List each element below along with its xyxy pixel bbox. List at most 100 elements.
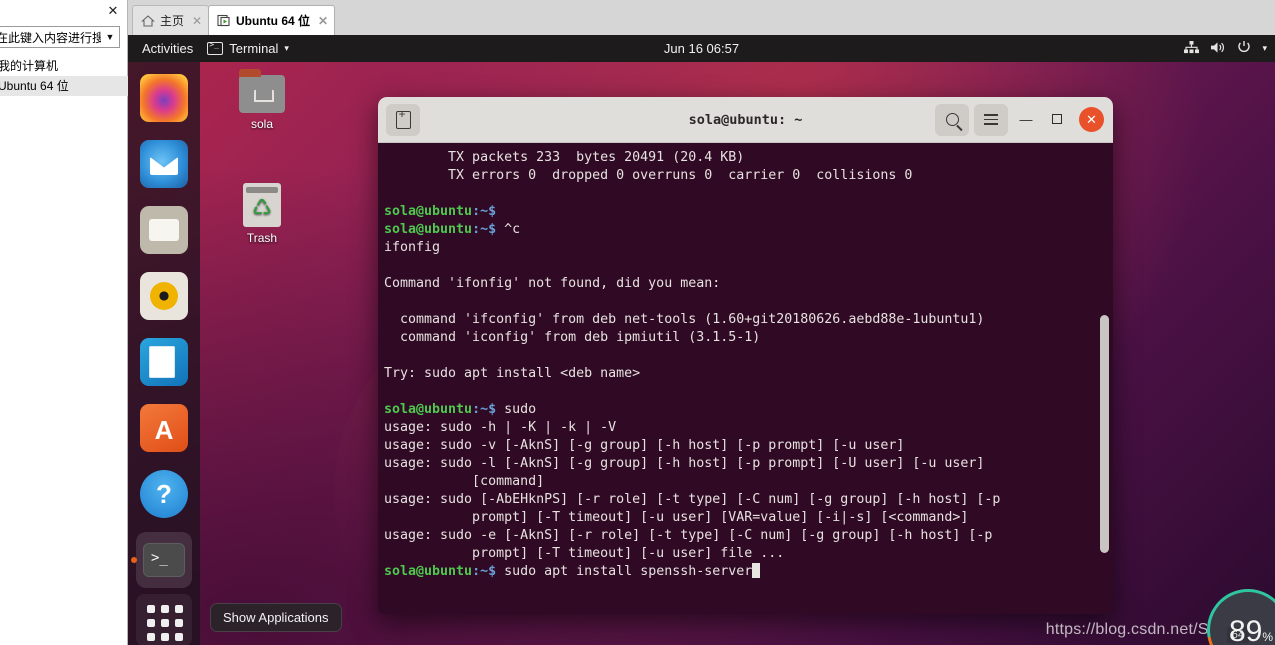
terminal-prompt-path: :~$: [472, 402, 497, 417]
terminal-line: sola@ubuntu:~$ ^c: [384, 221, 1113, 239]
terminal-line: Command 'ifonfig' not found, did you mea…: [384, 276, 721, 291]
app-menu-label: Terminal: [229, 41, 279, 56]
new-tab-icon: [395, 107, 411, 129]
terminal-icon: [143, 543, 185, 577]
tree-item-label: Ubuntu 64 位: [0, 79, 69, 93]
show-applications-button[interactable]: [136, 594, 192, 645]
library-header: ✕: [0, 0, 127, 25]
hamburger-icon: [984, 111, 998, 128]
terminal-scrollbar[interactable]: [1100, 315, 1109, 553]
terminal-titlebar[interactable]: sola@ubuntu: ~ — ✕: [378, 97, 1113, 143]
titlebar-controls: — ✕: [935, 103, 1107, 136]
terminal-line: prompt] [-T timeout] [-u user] file ...: [384, 546, 785, 561]
vm-icon: [217, 14, 231, 28]
terminal-prompt-user: sola@ubuntu: [384, 564, 473, 579]
app-menu-button[interactable]: Terminal ▾: [207, 40, 289, 56]
tab-home[interactable]: 主页 ✕: [132, 5, 210, 35]
terminal-icon: [207, 40, 224, 55]
terminal-output: TX packets 233 bytes 20491 (20.4 KB) TX …: [382, 149, 1113, 581]
activities-button[interactable]: Activities: [128, 41, 207, 56]
close-icon[interactable]: ✕: [315, 14, 328, 28]
maximize-icon: [1052, 114, 1062, 124]
desktop-icon-trash[interactable]: Trash: [224, 183, 300, 245]
terminal-window[interactable]: sola@ubuntu: ~ — ✕ TX packets 233 bytes …: [378, 97, 1113, 614]
terminal-prompt-user: sola@ubuntu: [384, 402, 473, 417]
terminal-line: Try: sudo apt install <deb name>: [384, 366, 641, 381]
maximize-button[interactable]: [1044, 112, 1070, 127]
tree-item-my-computer[interactable]: 我的计算机: [0, 56, 128, 76]
terminal-line: TX errors 0 dropped 0 overruns 0 carrier…: [384, 168, 913, 183]
vm-guest-screen[interactable]: Activities Terminal ▾ Jun 16 06:57 ▾: [128, 35, 1275, 645]
library-search-input[interactable]: 在此键入内容进行搜索 ▼: [0, 26, 120, 48]
minimize-button[interactable]: —: [1013, 112, 1039, 127]
gnome-top-bar: Activities Terminal ▾ Jun 16 06:57 ▾: [128, 35, 1275, 62]
terminal-line: ifonfig: [384, 240, 441, 255]
terminal-command: sudo: [496, 402, 537, 417]
terminal-prompt-path: :~$: [472, 564, 497, 579]
gnome-dock: [128, 62, 200, 645]
vm-library-sidebar: ✕ 在此键入内容进行搜索 ▼ 我的计算机 Ubuntu 64 位: [0, 0, 128, 645]
chevron-down-icon[interactable]: ▾: [1262, 43, 1267, 54]
home-icon: [141, 14, 155, 28]
terminal-search-button[interactable]: [935, 103, 969, 136]
terminal-line: usage: sudo -e [-AknS] [-r role] [-t typ…: [384, 528, 993, 543]
trash-icon: [243, 183, 281, 227]
gauge-value: 89%: [1229, 615, 1273, 645]
show-applications-tooltip: Show Applications: [210, 603, 342, 632]
dock-item-thunderbird[interactable]: [140, 140, 188, 188]
terminal-body[interactable]: TX packets 233 bytes 20491 (20.4 KB) TX …: [378, 143, 1113, 614]
terminal-prompt-user: sola@ubuntu: [384, 222, 473, 237]
terminal-command: ^c: [496, 222, 521, 237]
chevron-down-icon[interactable]: ▼: [101, 32, 119, 42]
gauge-number: 89: [1228, 615, 1263, 645]
terminal-line: sola@ubuntu:~$: [384, 203, 1113, 221]
terminal-line: command 'ifconfig' from deb net-tools (1…: [384, 312, 985, 327]
tab-label: 主页: [160, 14, 185, 28]
terminal-line: [command]: [384, 474, 545, 489]
dock-item-files[interactable]: [140, 206, 188, 254]
terminal-line: usage: sudo [-AbEHknPS] [-r role] [-t ty…: [384, 492, 1001, 507]
terminal-line: TX packets 233 bytes 20491 (20.4 KB): [384, 150, 745, 165]
terminal-line: usage: sudo -h | -K | -k | -V: [384, 420, 617, 435]
terminal-prompt-user: sola@ubuntu: [384, 204, 473, 219]
terminal-line: prompt] [-T timeout] [-u user] [VAR=valu…: [384, 510, 969, 525]
tree-item-ubuntu-vm[interactable]: Ubuntu 64 位: [0, 76, 128, 96]
dock-item-terminal[interactable]: [131, 532, 192, 588]
dock-item-ubuntu-software[interactable]: [140, 404, 188, 452]
dock-item-rhythmbox[interactable]: [140, 272, 188, 320]
screenshot-root: ✕ 在此键入内容进行搜索 ▼ 我的计算机 Ubuntu 64 位 主页 ✕: [0, 0, 1275, 645]
clock[interactable]: Jun 16 06:57: [128, 41, 1275, 56]
vm-tab-strip: 主页 ✕ Ubuntu 64 位 ✕: [128, 0, 1275, 35]
terminal-line: sola@ubuntu:~$ sudo: [384, 401, 1113, 419]
close-icon[interactable]: ✕: [105, 3, 121, 19]
terminal-prompt-path: :~$: [472, 222, 497, 237]
close-icon[interactable]: ✕: [189, 14, 202, 28]
power-icon: [1237, 40, 1251, 57]
dock-item-libreoffice-writer[interactable]: [140, 338, 188, 386]
terminal-prompt-path: :~$: [472, 204, 497, 219]
system-tray[interactable]: ▾: [1184, 40, 1267, 57]
terminal-menu-button[interactable]: [974, 103, 1008, 136]
grid-icon: [147, 605, 183, 641]
terminal-command: sudo apt install spenssh-server: [496, 564, 753, 579]
terminal-line: usage: sudo -v [-AknS] [-g group] [-h ho…: [384, 438, 905, 453]
desktop-icon-label: Trash: [246, 231, 278, 245]
gauge-unit: %: [1262, 630, 1273, 644]
desktop-icon-home-folder[interactable]: sola: [224, 69, 300, 131]
tab-label: Ubuntu 64 位: [236, 14, 310, 28]
chevron-down-icon: ▾: [284, 43, 289, 53]
dock-item-firefox[interactable]: [140, 74, 188, 122]
new-tab-button[interactable]: [386, 103, 420, 136]
tab-ubuntu-vm[interactable]: Ubuntu 64 位 ✕: [208, 5, 336, 35]
close-button[interactable]: ✕: [1079, 107, 1104, 132]
terminal-line: sola@ubuntu:~$ sudo apt install spenssh-…: [384, 563, 1113, 581]
dock-item-help[interactable]: [140, 470, 188, 518]
search-icon: [945, 113, 959, 126]
network-icon: [1184, 40, 1200, 57]
terminal-line: usage: sudo -l [-AknS] [-g group] [-h ho…: [384, 456, 985, 471]
tree-item-label: 我的计算机: [0, 59, 59, 73]
